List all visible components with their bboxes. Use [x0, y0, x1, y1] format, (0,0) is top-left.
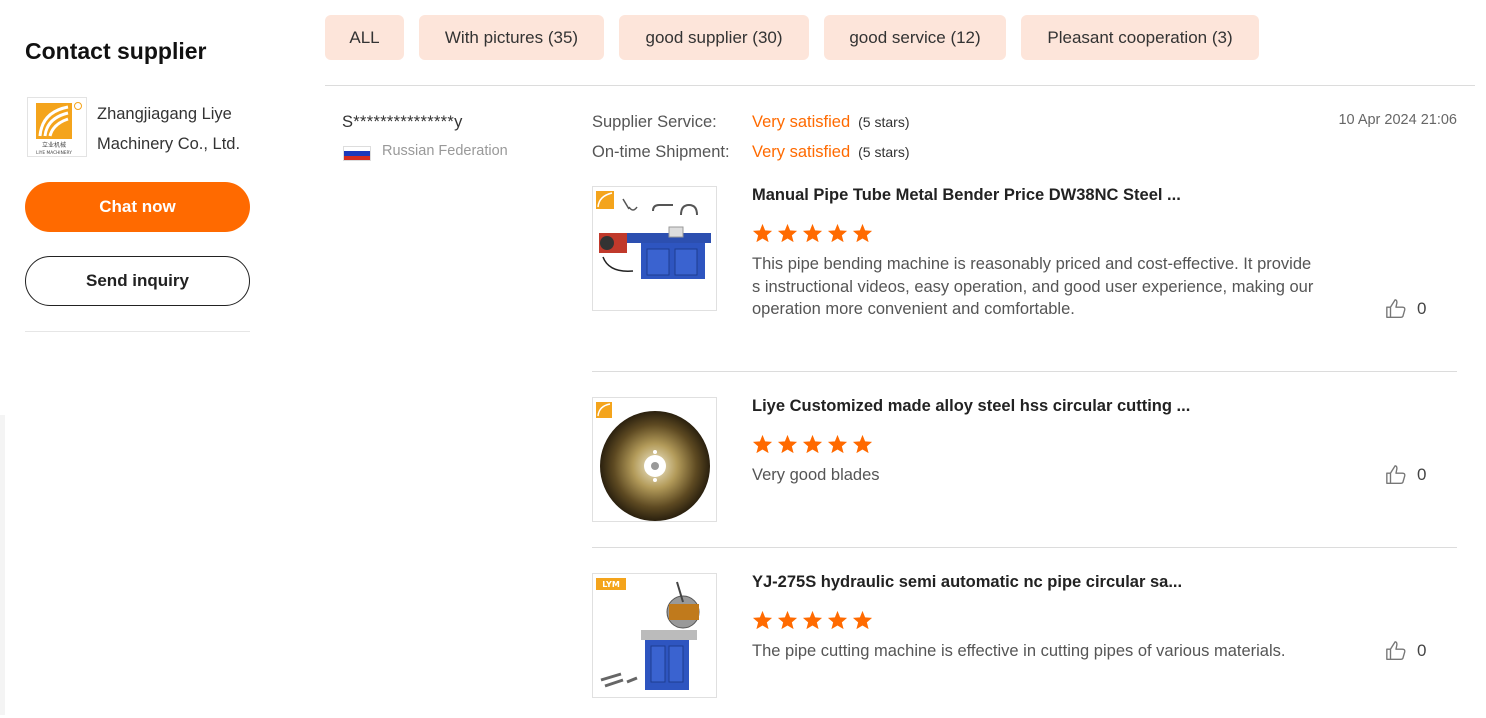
- star-icon: [852, 610, 873, 630]
- supplier-name-link[interactable]: Zhangjiagang Liye Machinery Co., Ltd.: [97, 99, 257, 159]
- star-icon: [777, 434, 798, 454]
- product-title-link[interactable]: Liye Customized made alloy steel hss cir…: [752, 397, 1190, 416]
- product-title-link[interactable]: YJ-275S hydraulic semi automatic nc pipe…: [752, 573, 1182, 592]
- thumbs-up-icon: [1386, 465, 1406, 484]
- star-icon: [752, 434, 773, 454]
- review-date: 10 Apr 2024 21:06: [1338, 112, 1457, 128]
- product-rating-stars: [752, 610, 873, 630]
- rating-stars-text: (5 stars): [858, 144, 910, 160]
- like-button[interactable]: 0: [1385, 640, 1426, 662]
- page-edge-shade: [0, 415, 5, 715]
- review-text: Very good blades: [752, 466, 880, 484]
- star-icon: [827, 610, 848, 630]
- filter-chip-good-service[interactable]: good service (12): [824, 15, 1006, 60]
- filter-chip-with-pictures[interactable]: With pictures (35): [419, 15, 604, 60]
- thumbs-up-icon: [1386, 299, 1406, 318]
- star-icon: [852, 223, 873, 243]
- star-icon: [752, 610, 773, 630]
- rating-label: Supplier Service:: [592, 113, 717, 131]
- svg-text:LYM: LYM: [602, 580, 620, 589]
- product-image-pipe-bender[interactable]: [592, 186, 717, 311]
- supplier-logo: 立业机械 LIYE MACHINERY: [27, 97, 87, 157]
- like-count: 0: [1417, 299, 1427, 318]
- svg-text:LIYE MACHINERY: LIYE MACHINERY: [36, 150, 72, 156]
- rating-on-time-shipment: On-time Shipment: Very satisfied (5 stars): [592, 143, 909, 162]
- thumbs-up-icon: [1386, 641, 1406, 660]
- like-count: 0: [1417, 641, 1427, 660]
- star-icon: [802, 223, 823, 243]
- like-count: 0: [1417, 465, 1427, 484]
- reviewer-country: Russian Federation: [382, 143, 508, 159]
- product-title-link[interactable]: Manual Pipe Tube Metal Bender Price DW38…: [752, 186, 1181, 205]
- star-icon: [777, 610, 798, 630]
- product-rating-stars: [752, 223, 873, 243]
- contact-supplier-title: Contact supplier: [25, 38, 207, 64]
- like-button[interactable]: 0: [1385, 298, 1426, 320]
- svg-text:立业机械: 立业机械: [42, 141, 66, 149]
- rating-stars-text: (5 stars): [858, 114, 910, 130]
- product-rating-stars: [752, 434, 873, 454]
- russia-flag-icon: [343, 146, 371, 161]
- item-divider: [592, 371, 1457, 372]
- rating-supplier-service: Supplier Service: Very satisfied (5 stars): [592, 113, 909, 132]
- star-icon: [777, 223, 798, 243]
- rating-label: On-time Shipment:: [592, 143, 730, 161]
- rating-value: Very satisfied: [752, 113, 851, 131]
- item-divider: [592, 547, 1457, 548]
- chat-now-button[interactable]: Chat now: [25, 182, 250, 232]
- star-icon: [827, 434, 848, 454]
- star-icon: [802, 610, 823, 630]
- star-icon: [752, 223, 773, 243]
- reviewer-name: S***************y: [342, 113, 463, 131]
- sidebar-divider: [25, 331, 250, 332]
- filter-chip-all[interactable]: ALL: [325, 15, 404, 60]
- send-inquiry-button[interactable]: Send inquiry: [25, 256, 250, 306]
- product-image-pipe-cutter[interactable]: LYM: [592, 573, 717, 698]
- filter-divider: [325, 85, 1475, 86]
- review-text: The pipe cutting machine is effective in…: [752, 642, 1286, 660]
- like-button[interactable]: 0: [1385, 464, 1426, 486]
- product-image-saw-blade[interactable]: [592, 397, 717, 522]
- star-icon: [852, 434, 873, 454]
- filter-chip-pleasant-cooperation[interactable]: Pleasant cooperation (3): [1021, 15, 1259, 60]
- review-text: This pipe bending machine is reasonably …: [752, 255, 1314, 318]
- filter-chip-good-supplier[interactable]: good supplier (30): [619, 15, 809, 60]
- star-icon: [827, 223, 848, 243]
- rating-value: Very satisfied: [752, 143, 851, 161]
- star-icon: [802, 434, 823, 454]
